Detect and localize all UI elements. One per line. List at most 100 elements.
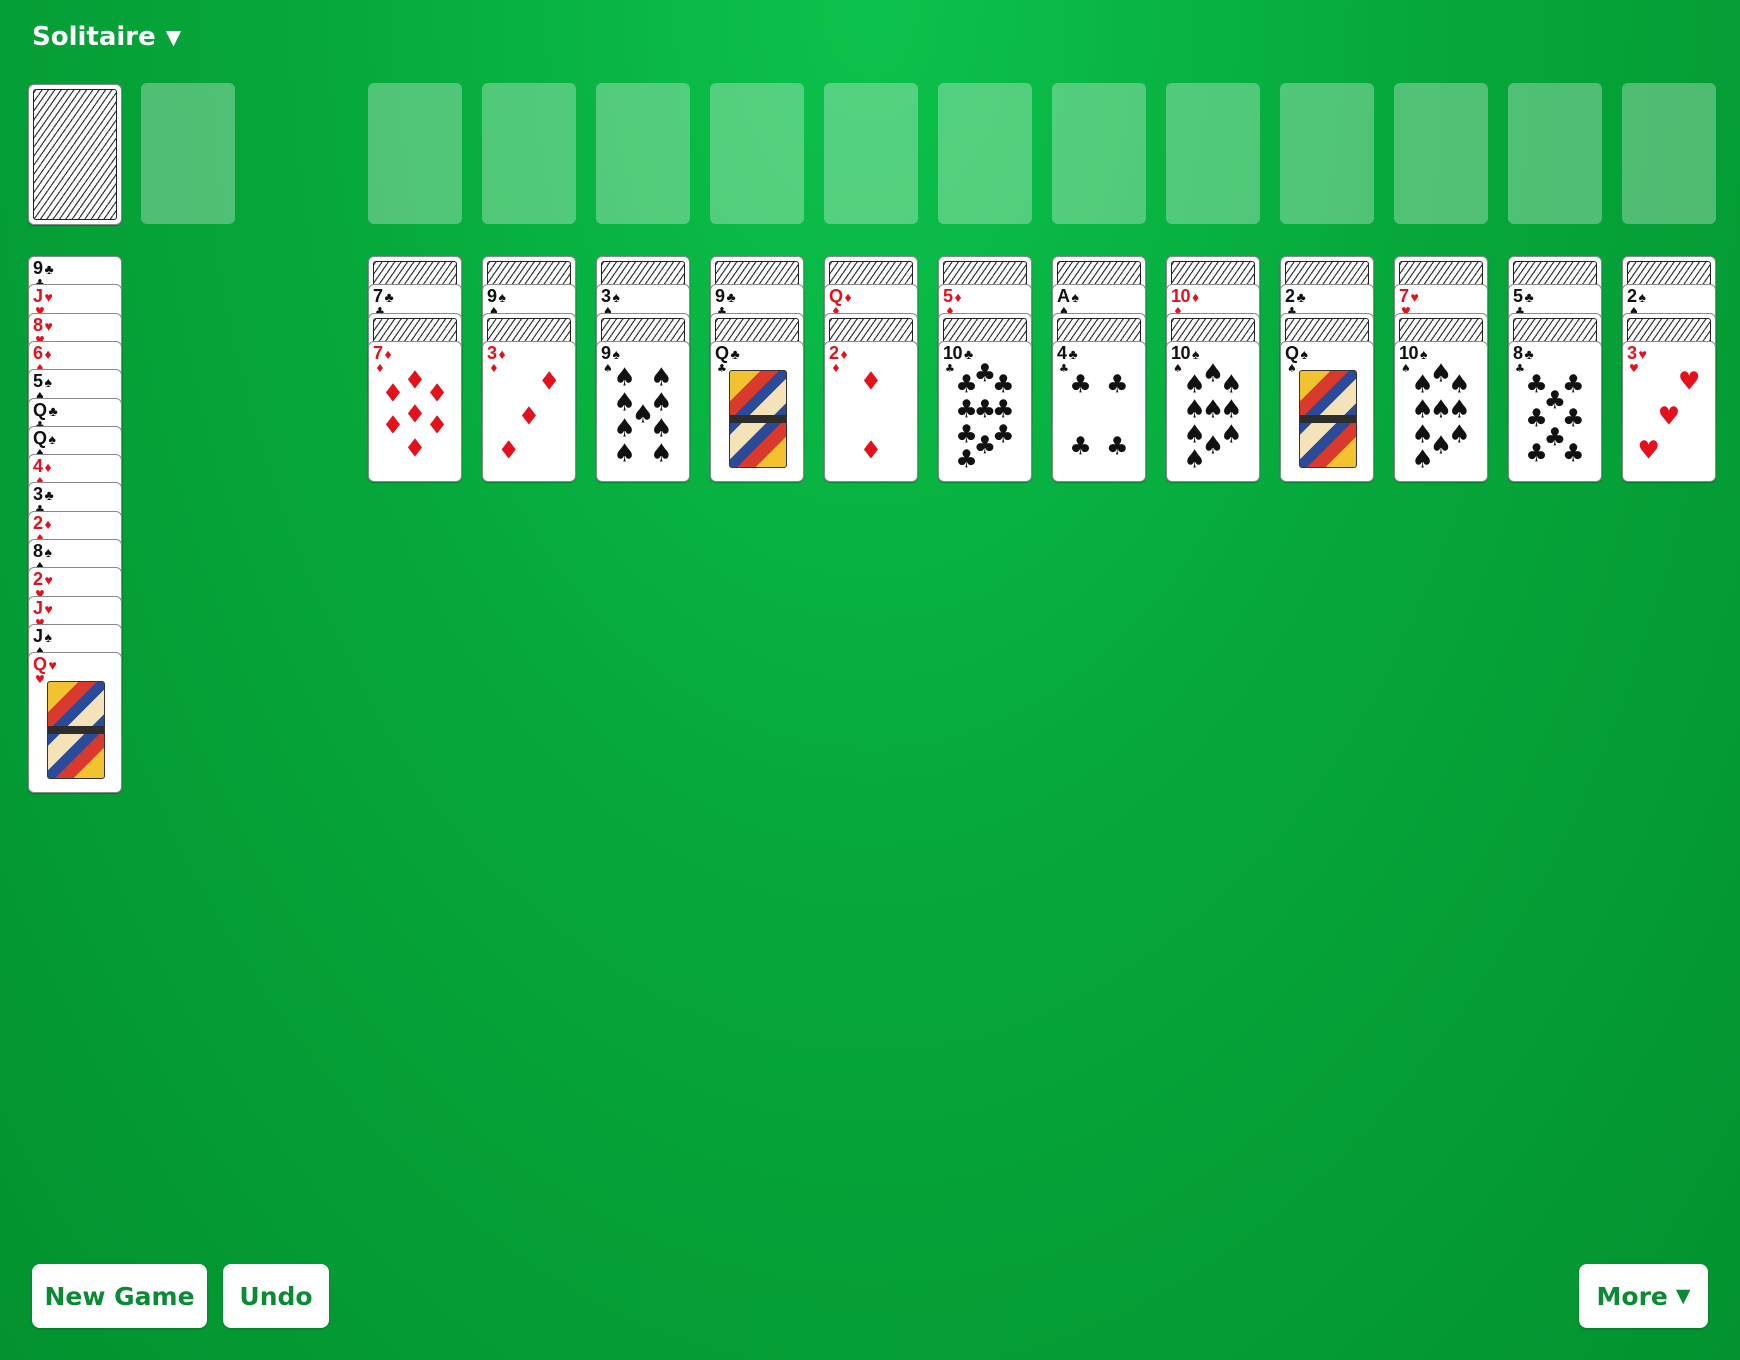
foundation-slot[interactable] bbox=[596, 83, 690, 224]
card-corner-suit: ♥ bbox=[1629, 362, 1639, 375]
card-suit: ♣ bbox=[384, 289, 394, 305]
playing-card[interactable]: 7 ♦ ♦ ♦ ♦ ♦ ♦ ♦ ♦ ♦ bbox=[368, 341, 462, 482]
card-rank-label: 2 ♠ bbox=[1627, 286, 1646, 307]
dropdown-arrow-icon: ▼ bbox=[1675, 1285, 1691, 1307]
foundation-slot[interactable] bbox=[710, 83, 804, 224]
foundation-slot[interactable] bbox=[1622, 83, 1716, 224]
card-suit: ♥ bbox=[44, 289, 53, 306]
card-rank: 2 bbox=[1627, 286, 1637, 306]
card-suit: ♥ bbox=[48, 657, 57, 674]
card-rank: 8 bbox=[33, 314, 43, 335]
foundation-slot[interactable] bbox=[938, 83, 1032, 224]
card-rank: 6 bbox=[33, 342, 43, 363]
card-suit: ♥ bbox=[1638, 346, 1647, 362]
card-rank-label: 10 ♠ bbox=[1171, 344, 1199, 364]
suit-pip-icon: ♦ bbox=[425, 378, 449, 408]
suit-pip-icon: ♣ bbox=[1106, 369, 1129, 399]
suit-pip-icon: ♠ bbox=[1220, 394, 1243, 424]
playing-card[interactable]: Q♣♣ bbox=[710, 341, 804, 482]
suit-pip-icon: ♣ bbox=[1562, 438, 1585, 468]
foundation-slot[interactable] bbox=[1394, 83, 1488, 224]
undo-button[interactable]: Undo bbox=[223, 1264, 329, 1328]
card-rank-label: 9 ♠ bbox=[601, 344, 620, 364]
card-corner-suit: ♥ bbox=[35, 673, 45, 687]
suit-pip-icon: ♠ bbox=[613, 362, 636, 392]
more-menu-button[interactable]: More ▼ bbox=[1579, 1264, 1708, 1328]
foundation-slot[interactable] bbox=[368, 83, 462, 224]
card-suit: ♠ bbox=[612, 289, 620, 305]
card-rank-label: 9 ♣ bbox=[33, 259, 54, 279]
card-rank: 7 bbox=[373, 286, 383, 306]
card-suit: ♠ bbox=[48, 430, 56, 447]
card-rank-label: Q ♠ bbox=[33, 428, 56, 449]
playing-card[interactable]: 10 ♠ ♠ ♠ ♠ ♠ ♠ ♠ ♠ ♠ ♠ ♠ ♠ bbox=[1394, 341, 1488, 482]
foundation-slot[interactable] bbox=[1052, 83, 1146, 224]
card-corner-suit: ♠ bbox=[1287, 362, 1297, 375]
card-rank: J bbox=[33, 286, 43, 307]
card-rank: 3 bbox=[1627, 343, 1637, 363]
card-suit: ♣ bbox=[730, 346, 740, 362]
card-suit: ♦ bbox=[954, 289, 962, 305]
card-rank-label: 2 ♦ bbox=[829, 344, 848, 364]
card-rank: 3 bbox=[487, 343, 497, 363]
card-rank-label: 4 ♦ bbox=[33, 457, 52, 477]
dropdown-arrow-icon: ▼ bbox=[165, 25, 182, 49]
foundation-slot[interactable] bbox=[1280, 83, 1374, 224]
foundation-slot[interactable] bbox=[1166, 83, 1260, 224]
card-corner-suit: ♦ bbox=[489, 362, 499, 375]
card-rank-label: 5 ♠ bbox=[33, 372, 52, 392]
card-rank: 2 bbox=[1285, 286, 1295, 306]
playing-card[interactable]: 2 ♦ ♦ ♦ ♦ bbox=[824, 341, 918, 482]
card-suit: ♦ bbox=[44, 515, 52, 532]
playing-card[interactable]: 10 ♣ ♣ ♣ ♣ ♣ ♣ ♣ ♣ ♣ ♣ ♣ ♣ bbox=[938, 341, 1032, 482]
suit-pip-icon: ♣ bbox=[992, 369, 1015, 399]
card-rank-label: 2 ♦ bbox=[33, 513, 52, 534]
card-rank: J bbox=[33, 597, 43, 618]
suit-pip-icon: ♦ bbox=[859, 435, 883, 465]
suit-pip-icon: ♠ bbox=[1183, 444, 1206, 474]
playing-card[interactable]: 3 ♦ ♦ ♦ ♦ ♦ bbox=[482, 341, 576, 482]
suit-pip-icon: ♣ bbox=[955, 444, 978, 474]
game-menu-title[interactable]: Solitaire ▼ bbox=[32, 22, 181, 52]
playing-card[interactable]: 3 ♥ ♥ ♥ ♥ ♥ bbox=[1622, 341, 1716, 482]
foundation-slot[interactable] bbox=[824, 83, 918, 224]
card-corner-suit: ♠ bbox=[1401, 362, 1411, 375]
card-rank: 9 bbox=[715, 286, 725, 306]
playing-card[interactable]: 4 ♣ ♣ ♣ ♣ ♣ ♣ bbox=[1052, 341, 1146, 482]
card-suit: ♥ bbox=[44, 317, 53, 334]
card-suit: ♥ bbox=[44, 572, 53, 589]
suit-pip-icon: ♣ bbox=[992, 394, 1015, 424]
foundation-slot[interactable] bbox=[1508, 83, 1602, 224]
stock-pile[interactable] bbox=[28, 84, 122, 225]
card-rank-label: Q ♣ bbox=[715, 344, 740, 364]
waste-slot[interactable] bbox=[141, 83, 235, 224]
card-rank: 3 bbox=[601, 286, 611, 306]
suit-pip-icon: ♦ bbox=[381, 410, 405, 440]
card-rank-label: 8 ♠ bbox=[33, 542, 52, 562]
suit-pip-icon: ♠ bbox=[650, 413, 673, 443]
suit-pip-icon: ♠ bbox=[1411, 369, 1434, 399]
playing-card[interactable]: 8 ♣ ♣ ♣ ♣ ♣ ♣ ♣ ♣ ♣ ♣ bbox=[1508, 341, 1602, 482]
card-rank: A bbox=[1057, 286, 1070, 306]
card-back-pattern bbox=[33, 89, 117, 220]
card-suit: ♦ bbox=[44, 459, 52, 476]
card-rank: 5 bbox=[943, 286, 953, 306]
card-suit: ♠ bbox=[498, 289, 506, 305]
card-rank-label: Q ♥ bbox=[33, 655, 57, 675]
card-suit: ♣ bbox=[1296, 289, 1306, 305]
suit-pip-icon: ♠ bbox=[1448, 394, 1471, 424]
playing-card[interactable]: Q ♥ ♥ bbox=[28, 652, 122, 794]
card-rank-label: 10 ♠ bbox=[1399, 344, 1427, 364]
playing-card[interactable]: 10 ♠ ♠ ♠ ♠ ♠ ♠ ♠ ♠ ♠ ♠ ♠ ♠ bbox=[1166, 341, 1260, 482]
playing-card[interactable]: 9 ♠ ♠ ♠ ♠ ♠ ♠ ♠ ♠ ♠ ♠ ♠ bbox=[596, 341, 690, 482]
card-rank: 2 bbox=[33, 569, 43, 590]
card-rank-label: 3 ♠ bbox=[601, 286, 620, 307]
card-rank-label: Q ♣ bbox=[33, 399, 58, 421]
playing-card[interactable]: Q♠♠ bbox=[1280, 341, 1374, 482]
card-rank: Q bbox=[33, 399, 47, 420]
card-rank-label: 2 ♣ bbox=[1285, 286, 1306, 307]
foundation-slot[interactable] bbox=[482, 83, 576, 224]
new-game-button[interactable]: New Game bbox=[32, 1264, 207, 1328]
suit-pip-icon: ♠ bbox=[650, 438, 673, 468]
card-suit: ♠ bbox=[1192, 346, 1199, 362]
